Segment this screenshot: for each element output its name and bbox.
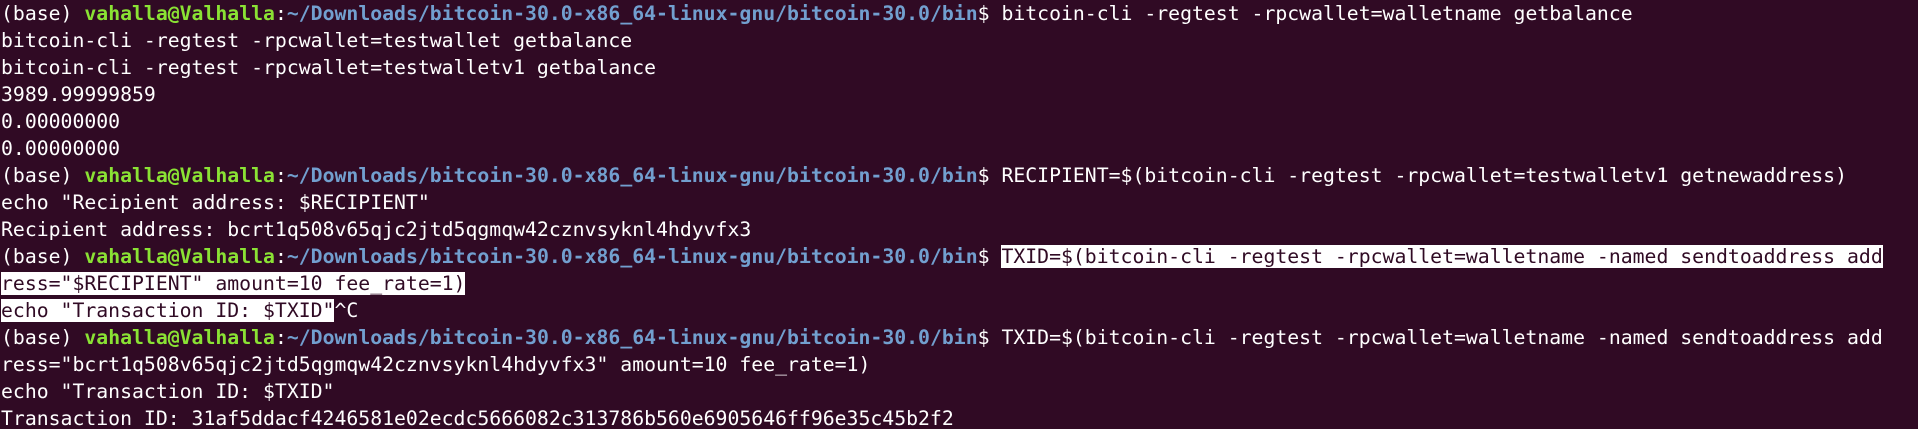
prompt-line: (base) vahalla@Valhalla:~/Downloads/bitc… bbox=[1, 324, 1918, 351]
conda-env: (base) bbox=[1, 164, 85, 187]
terminal-line: echo "Transaction ID: $TXID"^C bbox=[1, 297, 1918, 324]
prompt-separator: : bbox=[274, 245, 287, 268]
user-host: vahalla@Valhalla bbox=[84, 326, 275, 349]
prompt-dollar: $ bbox=[977, 245, 1002, 268]
selected-command-text[interactable]: ress="$RECIPIENT" amount=10 fee_rate=1) bbox=[1, 272, 466, 295]
output-line: 0.00000000 bbox=[1, 110, 121, 133]
prompt-line: (base) vahalla@Valhalla:~/Downloads/bitc… bbox=[1, 243, 1918, 270]
conda-env: (base) bbox=[1, 326, 85, 349]
user-host: vahalla@Valhalla bbox=[84, 164, 275, 187]
terminal-line: ress="$RECIPIENT" amount=10 fee_rate=1) bbox=[1, 270, 1918, 297]
working-directory: ~/Downloads/bitcoin-30.0-x86_64-linux-gn… bbox=[286, 326, 978, 349]
command-text: RECIPIENT=$(bitcoin-cli -regtest -rpcwal… bbox=[1001, 164, 1847, 187]
terminal-line: bitcoin-cli -regtest -rpcwallet=testwall… bbox=[1, 56, 657, 79]
prompt-separator: : bbox=[274, 164, 287, 187]
output-line: Transaction ID: 31af5ddacf4246581e02ecdc… bbox=[1, 407, 954, 429]
terminal-window[interactable]: (base) vahalla@Valhalla:~/Downloads/bitc… bbox=[0, 0, 1918, 429]
command-text: bitcoin-cli -regtest -rpcwallet=walletna… bbox=[1001, 2, 1633, 25]
working-directory: ~/Downloads/bitcoin-30.0-x86_64-linux-gn… bbox=[286, 245, 978, 268]
user-host: vahalla@Valhalla bbox=[84, 2, 275, 25]
working-directory: ~/Downloads/bitcoin-30.0-x86_64-linux-gn… bbox=[286, 164, 978, 187]
terminal-line: bitcoin-cli -regtest -rpcwallet=testwall… bbox=[1, 29, 633, 52]
terminal-line: echo "Recipient address: $RECIPIENT" bbox=[1, 191, 430, 214]
working-directory: ~/Downloads/bitcoin-30.0-x86_64-linux-gn… bbox=[286, 2, 978, 25]
output-line: 3989.99999859 bbox=[1, 83, 156, 106]
prompt-line: (base) vahalla@Valhalla:~/Downloads/bitc… bbox=[1, 162, 1918, 189]
prompt-dollar: $ bbox=[977, 164, 1002, 187]
terminal-line: ress="bcrt1q508v65qjc2jtd5qgmqw42cznvsyk… bbox=[1, 353, 871, 376]
terminal-line: echo "Transaction ID: $TXID" bbox=[1, 380, 335, 403]
selected-command-text[interactable]: TXID=$(bitcoin-cli -regtest -rpcwallet=w… bbox=[1001, 245, 1883, 268]
conda-env: (base) bbox=[1, 2, 85, 25]
selected-command-text[interactable]: echo "Transaction ID: $TXID" bbox=[1, 299, 335, 322]
conda-env: (base) bbox=[1, 245, 85, 268]
interrupt-marker: ^C bbox=[334, 299, 359, 322]
prompt-dollar: $ bbox=[977, 326, 1002, 349]
prompt-separator: : bbox=[274, 2, 287, 25]
prompt-dollar: $ bbox=[977, 2, 1002, 25]
prompt-line: (base) vahalla@Valhalla:~/Downloads/bitc… bbox=[1, 0, 1918, 27]
output-line: Recipient address: bcrt1q508v65qjc2jtd5q… bbox=[1, 218, 752, 241]
prompt-separator: : bbox=[274, 326, 287, 349]
command-text: TXID=$(bitcoin-cli -regtest -rpcwallet=w… bbox=[1001, 326, 1883, 349]
user-host: vahalla@Valhalla bbox=[84, 245, 275, 268]
output-line: 0.00000000 bbox=[1, 137, 121, 160]
